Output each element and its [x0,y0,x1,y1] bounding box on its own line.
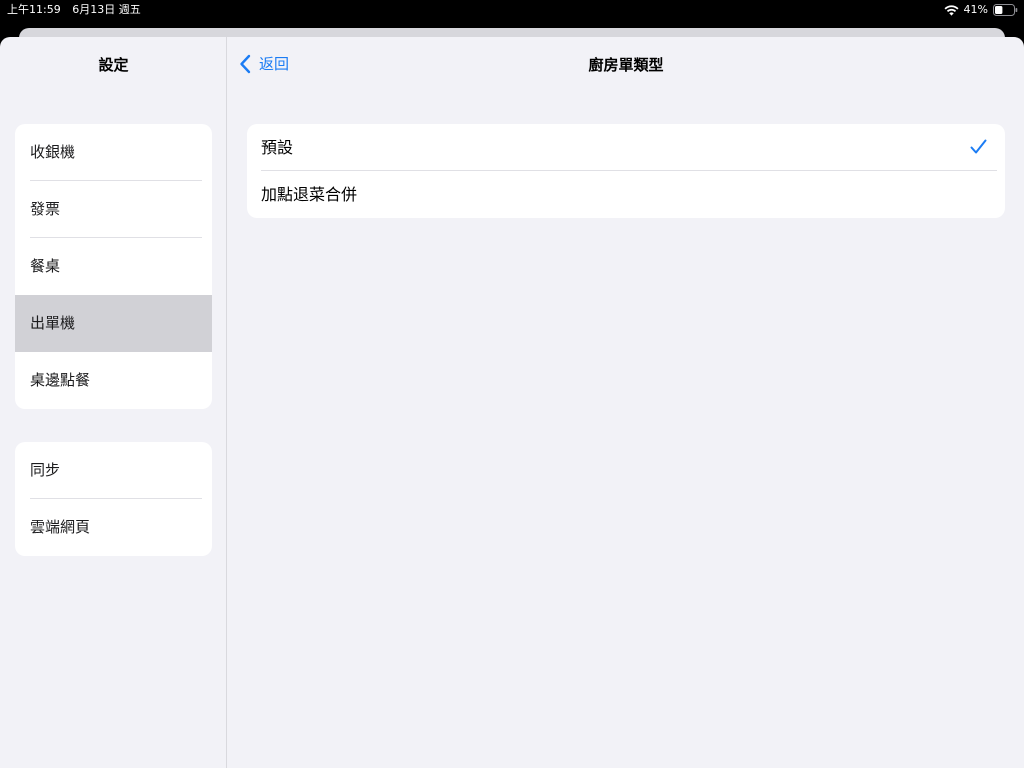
sidebar-item-cloud-web[interactable]: 雲端網頁 [15,499,212,556]
app-root: 上午11:59 6月13日 週五 41% 設定 收銀機 發票 餐桌 出單機 桌邊… [0,0,1024,768]
back-button[interactable]: 返回 [239,53,289,74]
sidebar-item-label: 發票 [30,200,61,218]
sidebar-item-label: 餐桌 [30,257,61,275]
page-title: 廚房單類型 [588,56,664,74]
sidebar: 設定 收銀機 發票 餐桌 出單機 桌邊點餐 同步 雲端網頁 [0,37,227,768]
sidebar-title: 設定 [98,56,129,74]
sidebar-item-invoice[interactable]: 發票 [15,181,212,238]
battery-icon [993,4,1018,16]
sidebar-item-tables[interactable]: 餐桌 [15,238,212,295]
wifi-icon [944,4,959,16]
battery-percent: 41% [963,3,988,16]
chevron-left-icon [240,54,251,73]
option-default[interactable]: 預設 [247,124,1005,171]
sidebar-item-sync[interactable]: 同步 [15,442,212,499]
sidebar-item-label: 同步 [30,461,61,479]
detail-pane: 廚房單類型 返回 預設 加點退菜合併 [228,37,1024,768]
sidebar-item-label: 出單機 [30,314,76,332]
option-label: 加點退菜合併 [261,185,358,204]
kitchen-ticket-type-list: 預設 加點退菜合併 [247,124,1005,218]
checkmark-icon [970,139,987,154]
status-date: 6月13日 週五 [72,3,141,16]
sidebar-group-secondary: 同步 雲端網頁 [15,442,212,556]
option-label: 預設 [261,138,294,157]
sidebar-item-tableside-ordering[interactable]: 桌邊點餐 [15,352,212,409]
sidebar-item-printer[interactable]: 出單機 [15,295,212,352]
status-right: 41% [944,0,1018,20]
sidebar-item-label: 桌邊點餐 [30,371,91,389]
status-time: 上午11:59 [7,3,61,16]
sidebar-group-primary: 收銀機 發票 餐桌 出單機 桌邊點餐 [15,124,212,409]
sidebar-item-cashier[interactable]: 收銀機 [15,124,212,181]
status-left: 上午11:59 6月13日 週五 [7,0,149,20]
status-bar: 上午11:59 6月13日 週五 41% [0,0,1024,20]
sidebar-item-label: 雲端網頁 [30,518,91,536]
option-merge-add-return[interactable]: 加點退菜合併 [247,171,1005,218]
sidebar-item-label: 收銀機 [30,143,76,161]
settings-sheet: 設定 收銀機 發票 餐桌 出單機 桌邊點餐 同步 雲端網頁 廚房單類型 返回 預… [0,37,1024,768]
back-button-label: 返回 [259,55,290,73]
